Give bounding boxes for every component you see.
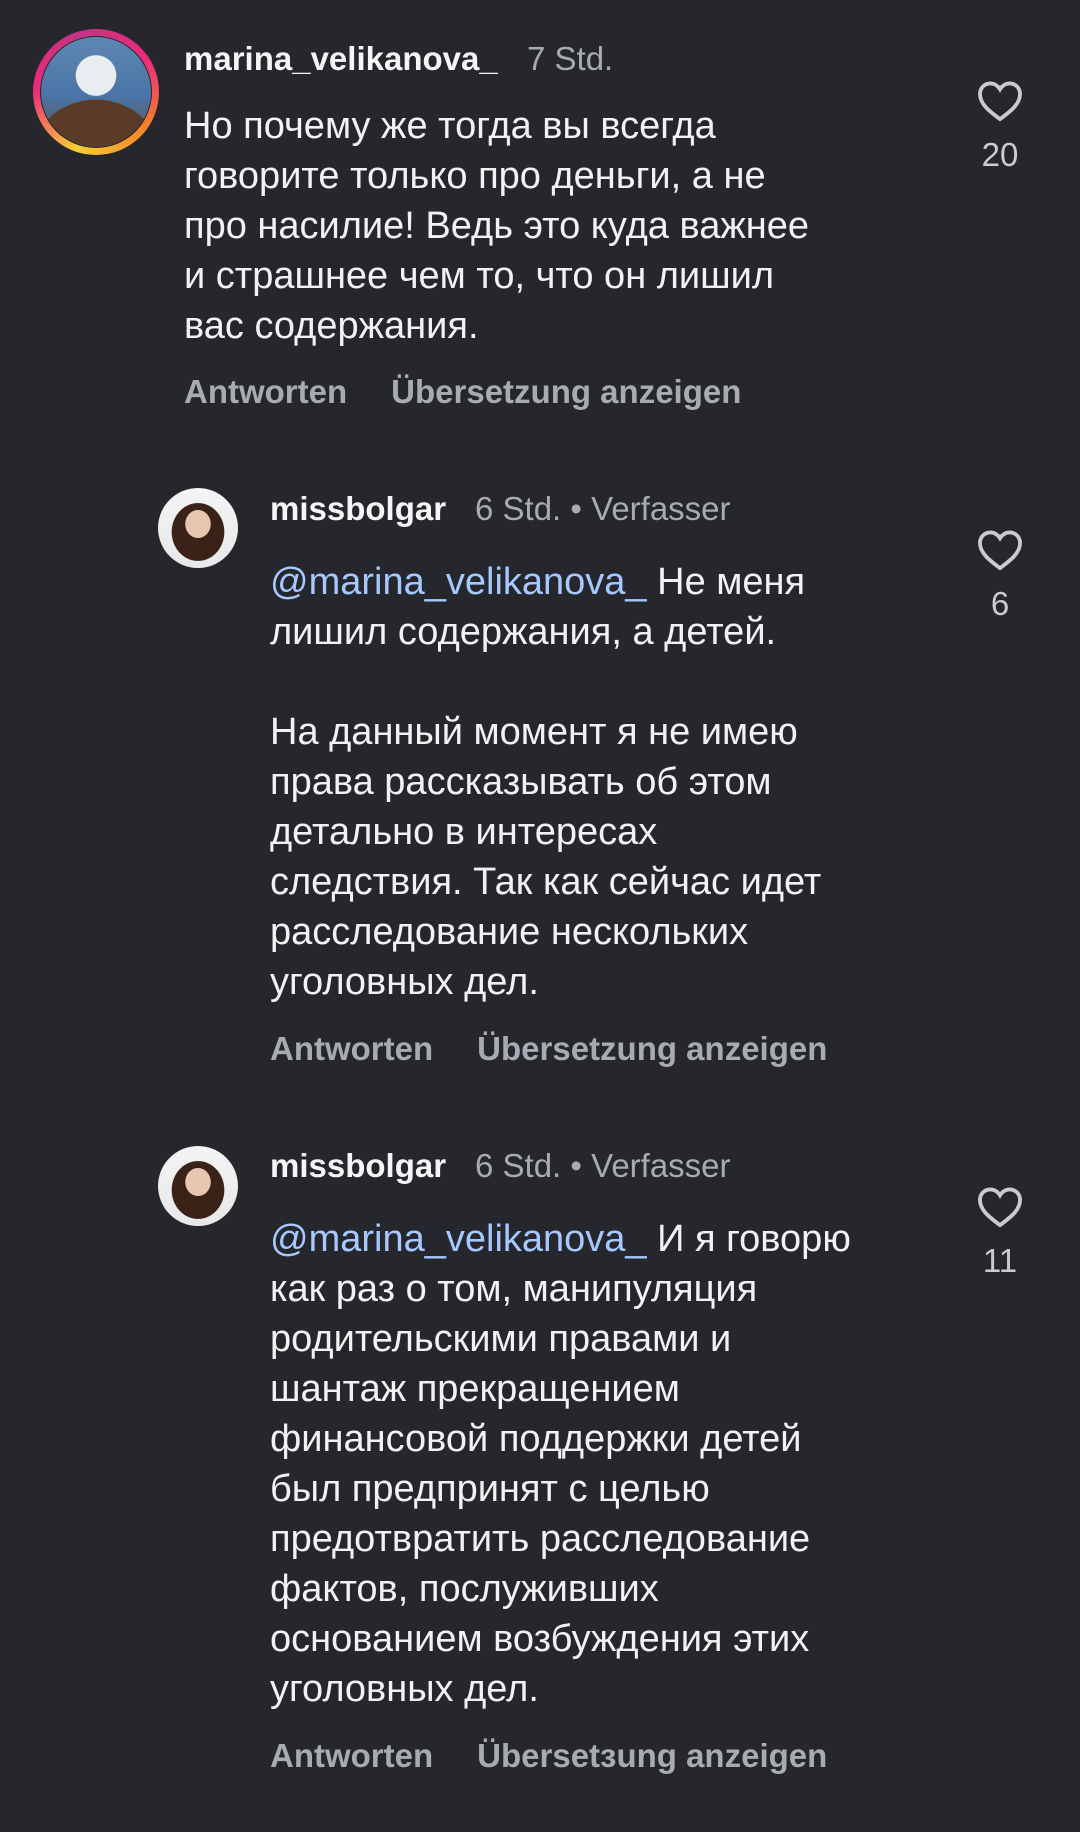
mention-link[interactable]: @marina_velikanova_ [270,1218,647,1260]
heart-outline-icon[interactable] [977,80,1023,122]
mention-link[interactable]: @marina_velikanova_ [270,561,647,603]
like-count: 6 [990,585,1010,622]
author-badge: Verfasser [591,1147,731,1184]
comment-actions: Antworten Übersetzung anzeigen [184,373,785,411]
comment-time: 6 Std. [475,1147,562,1184]
reply-button[interactable]: Antworten [270,1030,433,1067]
like-button[interactable]: 6 [970,529,1030,623]
avatar[interactable] [158,488,238,568]
comment-text: @marina_velikanova_ Не меня лишил содерж… [270,561,822,1003]
comment-text: Но почему же тогда вы всегда говорите то… [184,105,810,347]
comment-actions: Antworten Übersetзung anzeigen [270,1737,871,1775]
heart-outline-icon[interactable] [977,1186,1023,1228]
comment-username[interactable]: missbolgar [270,1147,446,1185]
translate-button[interactable]: Übersetзung anzeigen [477,1737,827,1774]
comment-time: 7 Std. [527,40,614,77]
reply-button[interactable]: Antworten [184,373,347,410]
comment-username[interactable]: missbolgar [270,490,446,528]
translate-button[interactable]: Übersetzung anzeigen [477,1030,827,1067]
avatar[interactable] [41,37,151,147]
author-badge: Verfasser [591,490,731,527]
comment-username[interactable]: marina_velikanova_ [184,40,498,78]
like-count: 20 [981,136,1019,173]
comment-time: 6 Std. [475,490,562,527]
like-button[interactable]: 11 [970,1186,1030,1280]
reply-button[interactable]: Antworten [270,1737,433,1774]
heart-outline-icon[interactable] [977,529,1023,571]
like-button[interactable]: 20 [970,80,1030,174]
translate-button[interactable]: Übersetzung anzeigen [391,373,741,410]
avatar-story-ring[interactable] [33,29,159,155]
like-count: 11 [982,1242,1018,1279]
comment-meta: 6 Std. • Verfasser [475,1147,731,1184]
comment-text: @marina_velikanova_ И я говорю как раз о… [270,1218,851,1710]
comment-meta: 6 Std. • Verfasser [475,490,731,527]
avatar[interactable] [158,1146,238,1226]
comment-actions: Antworten Übersetzung anzeigen [270,1030,871,1068]
